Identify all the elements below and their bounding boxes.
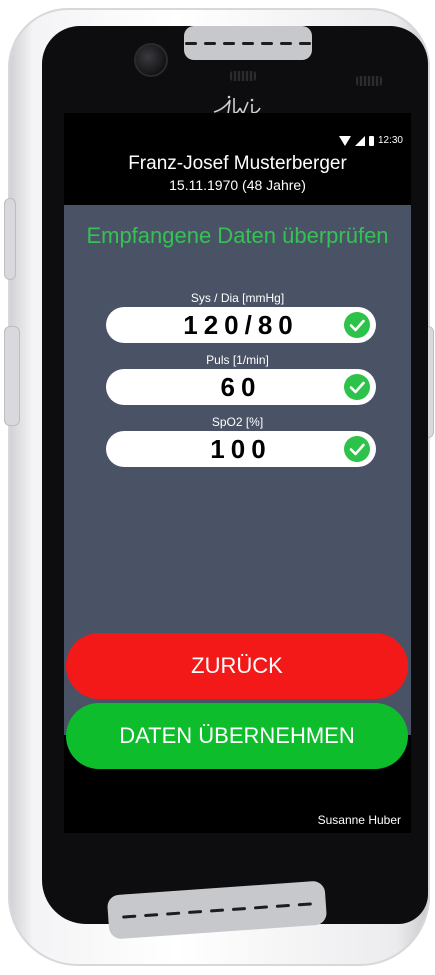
earpiece-speaker (184, 26, 312, 60)
signal-icon (354, 135, 365, 146)
check-circle-icon (344, 312, 370, 338)
status-bar: 12:30 (338, 135, 403, 146)
spo2-label: SpO2 [%] (211, 415, 264, 429)
bp-label: Sys / Dia [mmHg] (190, 291, 285, 305)
bp-value-field: 120/80 (106, 307, 376, 343)
camera-icon (134, 43, 168, 77)
pulse-value-field: 60 (106, 369, 376, 405)
spo2-value: 100 (210, 433, 272, 464)
patient-name: Franz-Josef Musterberger (128, 153, 347, 174)
bp-value: 120/80 (183, 309, 299, 340)
logged-in-user: Susanne Huber (317, 813, 401, 827)
check-circle-icon (344, 374, 370, 400)
sensor-right (356, 76, 382, 86)
sensor-left (230, 71, 256, 81)
accept-data-button[interactable]: DATEN ÜBERNEHMEN (66, 703, 408, 769)
status-time: 12:30 (377, 135, 403, 146)
side-button-upper[interactable] (4, 198, 16, 280)
back-button[interactable]: ZURÜCK (66, 633, 408, 699)
wifi-icon (338, 135, 351, 146)
pulse-value: 60 (220, 371, 262, 402)
pulse-label: Puls [1/min] (206, 353, 269, 367)
app-screen: 12:30 Franz-Josef Musterberger 15.11.197… (64, 113, 411, 833)
patient-birthdate: 15.11.1970 (48 Jahre) (169, 177, 306, 193)
check-circle-icon (344, 436, 370, 462)
battery-icon (368, 135, 374, 146)
side-button-lower[interactable] (4, 326, 20, 426)
spo2-value-field: 100 (106, 431, 376, 467)
device-scene: 12:30 Franz-Josef Musterberger 15.11.197… (0, 0, 435, 975)
panel-title: Empfangene Daten überprüfen (86, 223, 389, 248)
